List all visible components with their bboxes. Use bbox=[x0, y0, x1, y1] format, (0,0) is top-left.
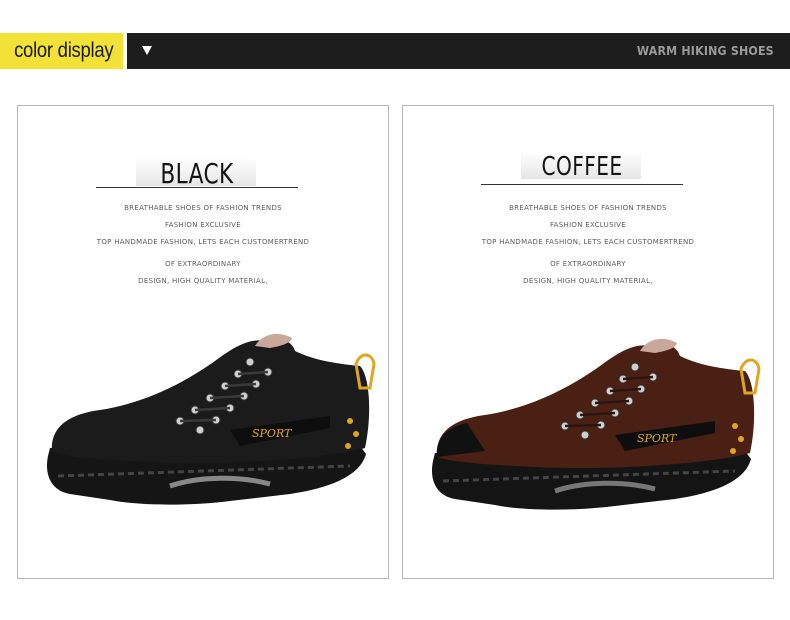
color-display-tab[interactable]: color display bbox=[0, 33, 123, 69]
description-line: OF EXTRAORDINARY bbox=[165, 260, 241, 268]
color-title-block: COFFEE bbox=[481, 151, 683, 185]
description-line: BREATHABLE SHOES OF FASHION TRENDS bbox=[124, 204, 282, 212]
description-line: DESIGN, HIGH QUALITY MATERIAL, bbox=[138, 277, 268, 285]
description-line: OF EXTRAORDINARY bbox=[550, 260, 626, 268]
color-title: BLACK bbox=[160, 157, 234, 190]
product-card-coffee[interactable]: COFFEE BREATHABLE SHOES OF FASHION TREND… bbox=[402, 105, 774, 579]
description-line: FASHION EXCLUSIVE bbox=[549, 221, 626, 229]
title-underline bbox=[96, 187, 298, 188]
color-display-label: color display bbox=[14, 39, 114, 62]
description-line: FASHION EXCLUSIVE bbox=[164, 221, 241, 229]
section-header-bar: color display WARM HIKING SHOES bbox=[0, 33, 790, 69]
color-title: COFFEE bbox=[541, 152, 623, 182]
product-category-label: WARM HIKING SHOES bbox=[637, 44, 774, 58]
tag-divider bbox=[123, 33, 127, 69]
description-line: DESIGN, HIGH QUALITY MATERIAL, bbox=[523, 277, 653, 285]
description-line: TOP HANDMADE FASHION, LETS EACH CUSTOMER… bbox=[481, 238, 695, 246]
coffee-hiking-boot-image: SPORT bbox=[431, 338, 761, 510]
sport-badge: SPORT bbox=[637, 432, 678, 445]
color-title-block: BLACK bbox=[96, 154, 298, 190]
title-underline bbox=[481, 184, 683, 185]
triangle-down-icon[interactable] bbox=[142, 46, 152, 55]
black-hiking-boot-image: SPORT bbox=[46, 333, 376, 505]
product-card-black[interactable]: BLACK BREATHABLE SHOES OF FASHION TRENDS… bbox=[17, 105, 389, 579]
description-line: TOP HANDMADE FASHION, LETS EACH CUSTOMER… bbox=[96, 238, 310, 246]
sport-badge: SPORT bbox=[252, 427, 293, 440]
description-line: BREATHABLE SHOES OF FASHION TRENDS bbox=[509, 204, 667, 212]
